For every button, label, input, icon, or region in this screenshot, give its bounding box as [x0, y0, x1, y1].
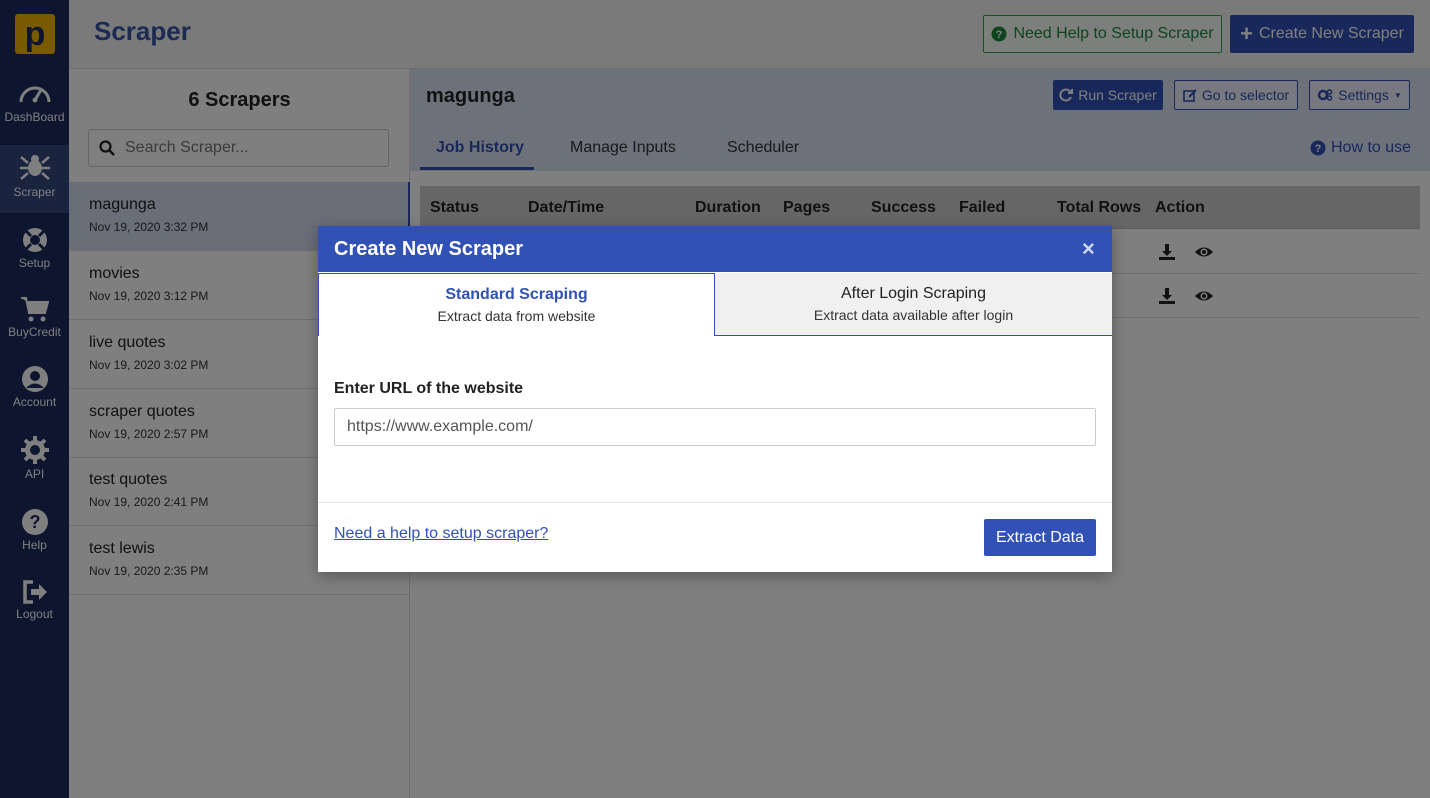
tab-after-login-scraping[interactable]: After Login Scraping Extract data availa… — [715, 273, 1112, 336]
close-icon[interactable]: × — [1082, 236, 1095, 262]
tab-after-login-subtitle: Extract data available after login — [813, 307, 1014, 323]
create-scraper-modal: Create New Scraper × Standard Scraping E… — [318, 226, 1112, 572]
tab-after-login-title: After Login Scraping — [841, 285, 986, 302]
tab-standard-scraping[interactable]: Standard Scraping Extract data from webs… — [318, 273, 715, 336]
tab-standard-subtitle: Extract data from website — [437, 308, 596, 324]
url-input[interactable] — [334, 408, 1096, 446]
modal-footer-divider — [318, 502, 1112, 503]
url-label: Enter URL of the website — [334, 380, 524, 397]
setup-help-link[interactable]: Need a help to setup scraper? — [334, 525, 548, 543]
tab-standard-title: Standard Scraping — [445, 286, 588, 303]
modal-title: Create New Scraper — [334, 238, 523, 260]
extract-data-button[interactable]: Extract Data — [984, 519, 1096, 556]
modal-header: Create New Scraper × — [318, 226, 1112, 272]
